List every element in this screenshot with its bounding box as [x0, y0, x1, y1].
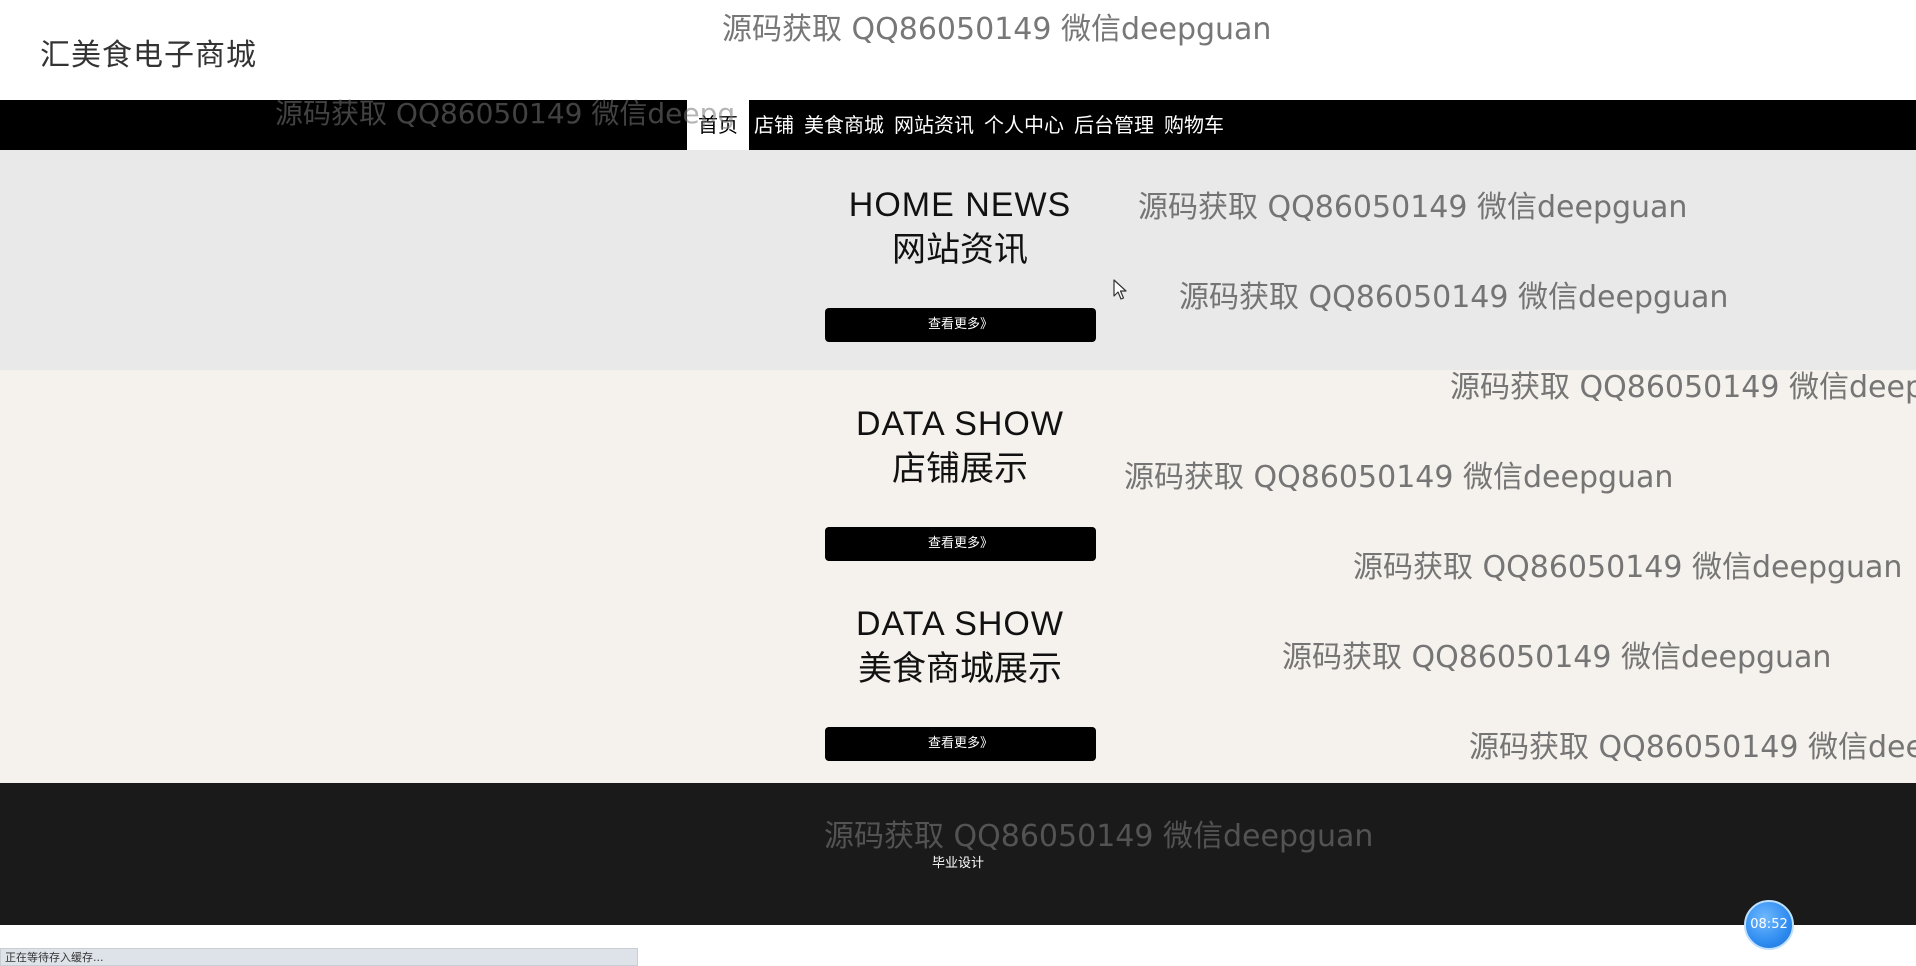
site-footer: 毕业设计 — [0, 783, 1916, 925]
browser-status-bar: 正在等待存入缓存... — [0, 948, 638, 966]
news-title-cn: 网站资讯 — [892, 230, 1028, 270]
footer-text: 毕业设计 — [931, 856, 984, 871]
shops-title-en: DATA SHOW — [856, 405, 1064, 443]
foods-title-cn: 美食商城展示 — [858, 649, 1062, 689]
site-title[interactable]: 汇美食电子商城 — [40, 30, 257, 74]
nav-item-news[interactable]: 网站资讯 — [889, 100, 979, 150]
nav-item-home[interactable]: 首页 — [687, 100, 749, 150]
main-nav: 首页 店铺 美食商城 网站资讯 个人中心 后台管理 购物车 — [0, 100, 1916, 150]
foods-title-en: DATA SHOW — [856, 605, 1064, 643]
mouse-cursor-icon — [1113, 279, 1127, 300]
shops-more-button[interactable]: 查看更多》 — [825, 527, 1096, 561]
foods-more-button[interactable]: 查看更多》 — [825, 727, 1096, 761]
nav-item-food-mall[interactable]: 美食商城 — [799, 100, 889, 150]
nav-item-shops[interactable]: 店铺 — [749, 100, 799, 150]
news-title-en: HOME NEWS — [848, 186, 1072, 224]
news-section: HOME NEWS 网站资讯 查看更多》 — [0, 150, 1916, 370]
nav-item-profile[interactable]: 个人中心 — [979, 100, 1069, 150]
nav-items: 首页 店铺 美食商城 网站资讯 个人中心 后台管理 购物车 — [687, 100, 1229, 150]
clock-badge[interactable]: 08:52 — [1744, 900, 1794, 950]
page: 汇美食电子商城 首页 店铺 美食商城 网站资讯 个人中心 后台管理 购物车 HO… — [0, 0, 1916, 966]
foods-block: DATA SHOW 美食商城展示 查看更多》 — [825, 604, 1096, 761]
nav-item-cart[interactable]: 购物车 — [1159, 100, 1229, 150]
site-header: 汇美食电子商城 — [0, 0, 1916, 100]
shops-title-cn: 店铺展示 — [892, 449, 1028, 489]
news-more-button[interactable]: 查看更多》 — [825, 308, 1096, 342]
data-show-section: DATA SHOW 店铺展示 查看更多》 DATA SHOW 美食商城展示 查看… — [0, 370, 1916, 783]
shops-block: DATA SHOW 店铺展示 查看更多》 — [825, 404, 1096, 561]
news-block: HOME NEWS 网站资讯 查看更多》 — [825, 185, 1096, 342]
nav-item-admin[interactable]: 后台管理 — [1069, 100, 1159, 150]
